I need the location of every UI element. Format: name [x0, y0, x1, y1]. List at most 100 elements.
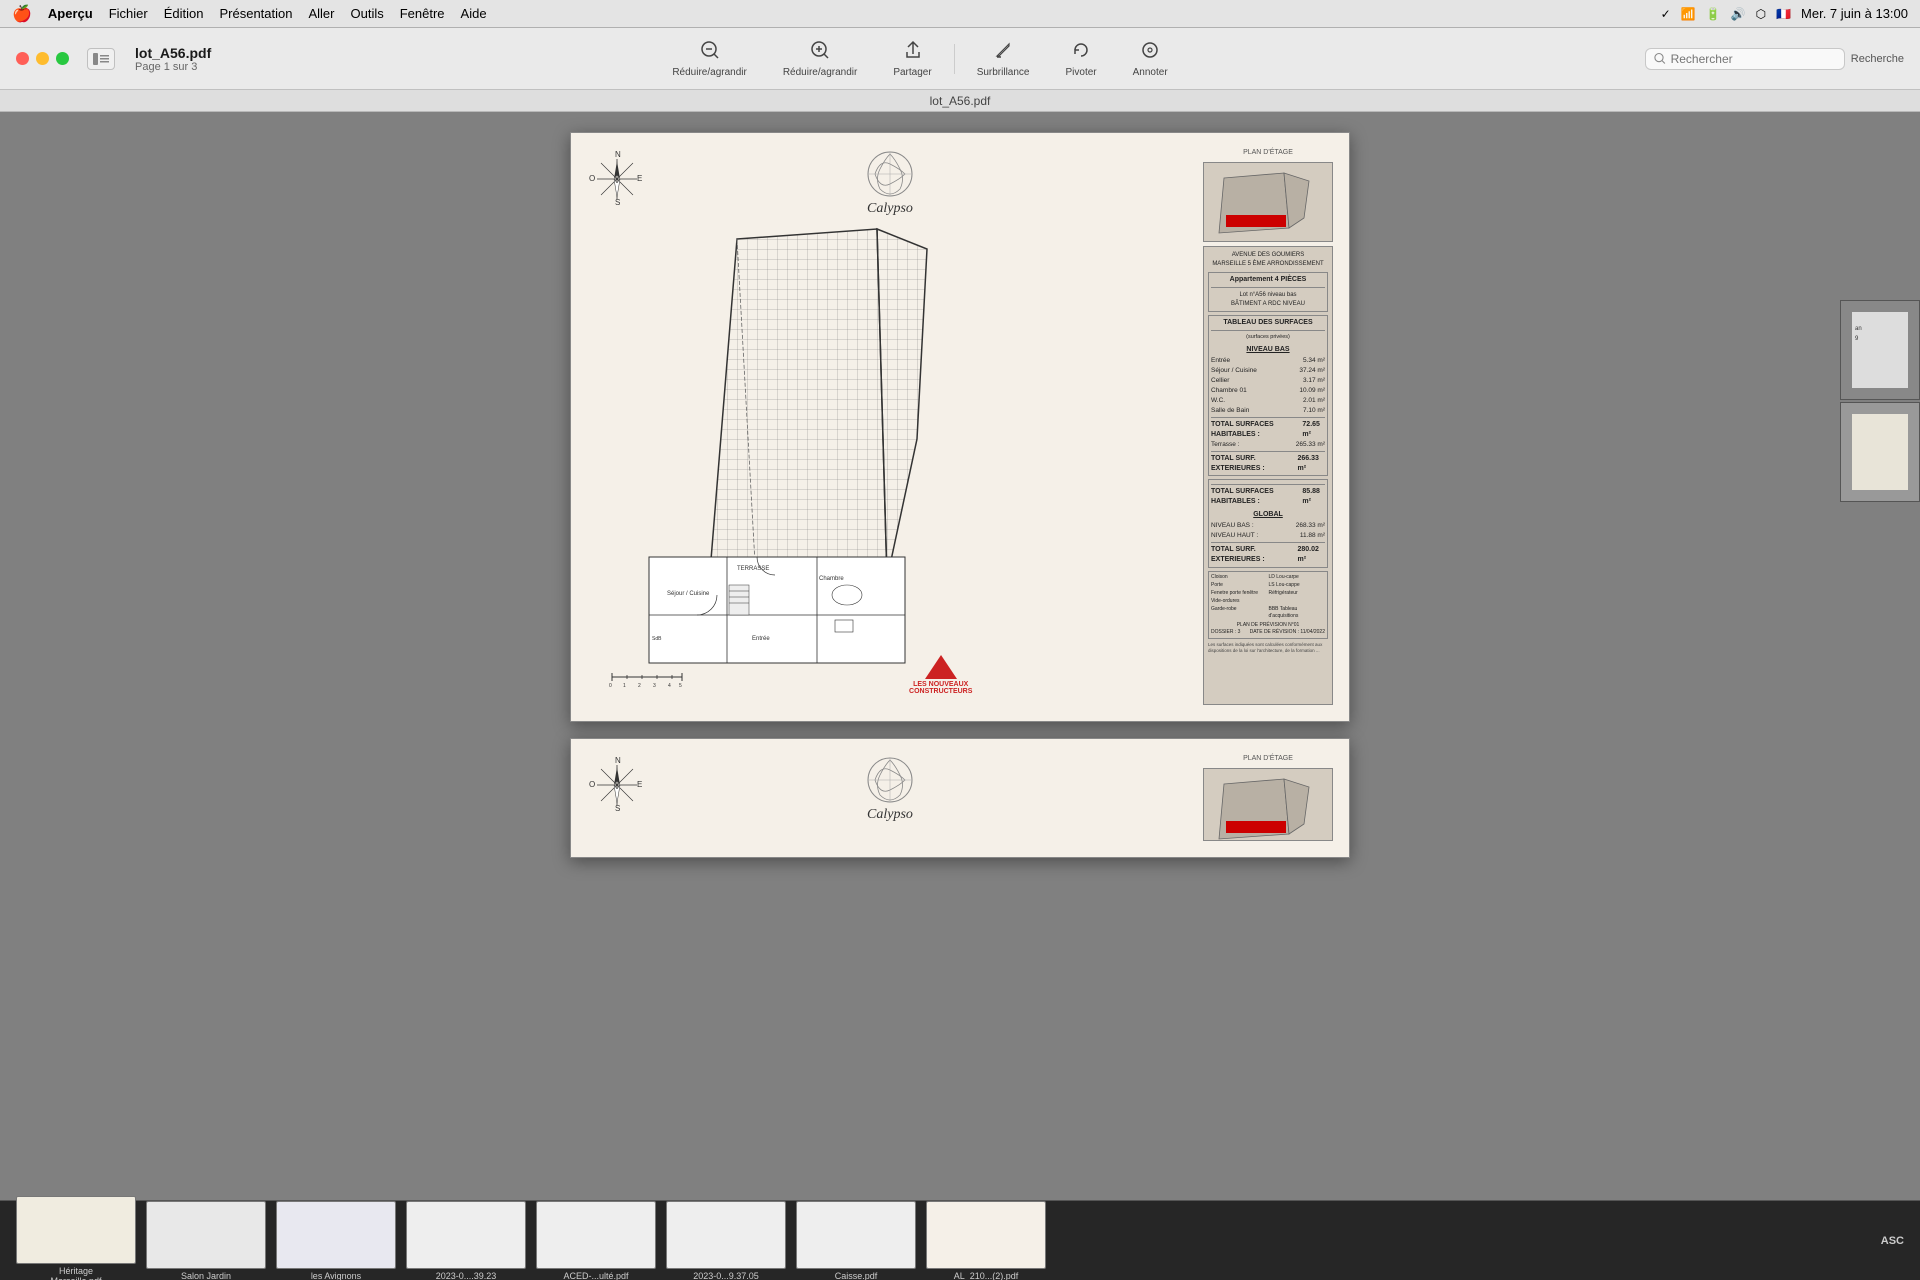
- highlight-icon: [993, 40, 1013, 65]
- address-line2: MARSEILLE 5 ÈME ARRONDISSEMENT: [1208, 260, 1328, 268]
- menubar: 🍎 Aperçu Fichier Édition Présentation Al…: [0, 0, 1920, 28]
- toolbar-center: Réduire/agrandir Réduire/agrandir Partag…: [236, 36, 1604, 82]
- taskbar-thumb-avignons[interactable]: [276, 1201, 396, 1269]
- svg-text:3: 3: [653, 683, 656, 687]
- apt-title: Appartement 4 PIÈCES: [1211, 275, 1325, 288]
- menu-outils[interactable]: Outils: [351, 6, 384, 21]
- taskbar-thumb-salon[interactable]: [146, 1201, 266, 1269]
- svg-text:E: E: [637, 174, 642, 183]
- zoom-in-button[interactable]: Réduire/agrandir: [765, 36, 876, 82]
- right-thumb-item-1[interactable]: an 9: [1840, 300, 1920, 400]
- toolbar-divider-1: [954, 44, 955, 74]
- zoom-out-button[interactable]: Réduire/agrandir: [654, 36, 765, 82]
- taskbar-thumb-heritage[interactable]: [16, 1196, 136, 1264]
- room-sdb: Salle de Bain 7.10 m²: [1211, 406, 1325, 415]
- svg-text:E: E: [637, 780, 642, 789]
- taskbar-label-aced: ACED-...ulté.pdf: [563, 1271, 628, 1280]
- terrasse-row: Terrasse : 265.33 m²: [1211, 440, 1325, 449]
- document-title: lot_A56.pdf: [930, 94, 991, 108]
- taskbar-item-2023b[interactable]: 2023-0...9.37.05: [666, 1201, 786, 1280]
- room-sejour: Séjour / Cuisine 37.24 m²: [1211, 366, 1325, 375]
- maximize-button[interactable]: [56, 52, 69, 65]
- highlight-button[interactable]: Surbrillance: [959, 36, 1048, 82]
- taskbar-item-al210[interactable]: AL_210...(2).pdf: [926, 1201, 1046, 1280]
- taskbar-item-caisse[interactable]: Caisse.pdf: [796, 1201, 916, 1280]
- taskbar-item-salon[interactable]: Salon Jardin: [146, 1201, 266, 1280]
- svg-text:0: 0: [609, 683, 612, 687]
- share-label: Partager: [893, 67, 931, 78]
- taskbar-asc: ASC: [1881, 1235, 1904, 1247]
- taskbar-item-heritage[interactable]: HéritageMarseille.pdf: [16, 1196, 136, 1280]
- svg-text:Chambre: Chambre: [819, 576, 844, 582]
- menu-presentation[interactable]: Présentation: [219, 6, 292, 21]
- taskbar-thumb-al210[interactable]: [926, 1201, 1046, 1269]
- wifi-icon: 📶: [1681, 7, 1696, 21]
- taskbar-item-aced[interactable]: ACED-...ulté.pdf: [536, 1201, 656, 1280]
- svg-text:1: 1: [623, 683, 626, 687]
- room-cellier: Cellier 3.17 m²: [1211, 376, 1325, 385]
- right-thumb-item-2[interactable]: [1840, 402, 1920, 502]
- compass-2: N S O E: [587, 755, 647, 815]
- share-button[interactable]: Partager: [875, 36, 949, 82]
- bat-info: BÂTIMENT A RDC NIVEAU: [1211, 300, 1325, 308]
- taskbar-thumb-2023a[interactable]: [406, 1201, 526, 1269]
- search-icon: [1654, 52, 1666, 65]
- svg-text:O: O: [589, 174, 595, 183]
- zoom-out-icon: [700, 40, 720, 65]
- plan-etage-label: PLAN D'ÉTAGE: [1203, 149, 1333, 156]
- info-panel-1: AVENUE DES GOUMIERS MARSEILLE 5 ÈME ARRO…: [1203, 246, 1333, 705]
- total-ext-1: TOTAL SURF. EXTERIEURES : 266.33 m²: [1211, 451, 1325, 474]
- rotate-button[interactable]: Pivoter: [1048, 36, 1115, 82]
- address-line1: AVENUE DES GOUMIERS: [1208, 251, 1328, 259]
- toolbar-right: Recherche: [1604, 48, 1904, 70]
- taskbar-label-2023b: 2023-0...9.37.05: [693, 1271, 759, 1280]
- toolbar-left: lot_A56.pdf Page 1 sur 3: [16, 45, 236, 73]
- main-content[interactable]: N S O E: [0, 112, 1920, 1280]
- menu-aller[interactable]: Aller: [308, 6, 334, 21]
- legend-panel: CloisonLD Lou-carpe PorteLS Lou-cappe Fe…: [1208, 571, 1328, 639]
- taskbar-thumb-caisse[interactable]: [796, 1201, 916, 1269]
- checkmark-icon: ✓: [1661, 7, 1671, 21]
- volume-icon: 🔊: [1731, 7, 1746, 21]
- minimize-button[interactable]: [36, 52, 49, 65]
- taskbar-thumb-aced[interactable]: [536, 1201, 656, 1269]
- menu-apercu[interactable]: Aperçu: [48, 6, 93, 21]
- clock: Mer. 7 juin à 13:00: [1801, 6, 1908, 21]
- floor-plan-area-2: N S O E: [587, 755, 1193, 841]
- floor-plan-area: N S O E: [587, 149, 1193, 705]
- zoom-in-icon: [810, 40, 830, 65]
- file-name: lot_A56.pdf: [135, 45, 211, 61]
- room-wc: W.C. 2.01 m²: [1211, 396, 1325, 405]
- sidebar-toggle-button[interactable]: [87, 48, 115, 70]
- flag-icon: 🇫🇷: [1776, 7, 1791, 21]
- calypso-text-2: Calypso: [867, 807, 913, 823]
- room-entree: Entrée 5.34 m²: [1211, 356, 1325, 365]
- calypso-logo-2: Calypso: [865, 755, 915, 823]
- lnc-line1: LES NOUVEAUX: [913, 681, 968, 688]
- file-pages: Page 1 sur 3: [135, 61, 211, 73]
- close-button[interactable]: [16, 52, 29, 65]
- taskbar-item-2023a[interactable]: 2023-0....39.23: [406, 1201, 526, 1280]
- taskbar-item-avignons[interactable]: les Avignons: [276, 1201, 396, 1280]
- menu-fenetre[interactable]: Fenêtre: [400, 6, 445, 21]
- taskbar-label-caisse: Caisse.pdf: [835, 1271, 878, 1280]
- menu-aide[interactable]: Aide: [461, 6, 487, 21]
- calypso-circle-icon-2: [865, 755, 915, 805]
- total-hab-2: TOTAL SURFACES HABITABLES : 85.88 m²: [1211, 484, 1325, 507]
- annotate-button[interactable]: Annoter: [1115, 36, 1186, 82]
- apple-menu[interactable]: 🍎: [12, 4, 32, 24]
- taskbar-thumb-2023b[interactable]: [666, 1201, 786, 1269]
- svg-text:4: 4: [668, 683, 671, 687]
- menu-fichier[interactable]: Fichier: [109, 6, 148, 21]
- pdf-page-1: N S O E: [570, 132, 1350, 722]
- search-input[interactable]: [1671, 52, 1836, 66]
- highlight-label: Surbrillance: [977, 67, 1030, 78]
- search-box[interactable]: [1645, 48, 1845, 70]
- menubar-right: ✓ 📶 🔋 🔊 ⬡ 🇫🇷 Mer. 7 juin à 13:00: [1661, 6, 1908, 21]
- plan-etage-label-2: PLAN D'ÉTAGE: [1203, 755, 1333, 762]
- traffic-lights: [16, 52, 69, 65]
- menu-edition[interactable]: Édition: [164, 6, 204, 21]
- svg-text:5: 5: [679, 683, 682, 687]
- svg-text:an: an: [1855, 326, 1862, 332]
- page-inner-1: N S O E: [571, 133, 1349, 721]
